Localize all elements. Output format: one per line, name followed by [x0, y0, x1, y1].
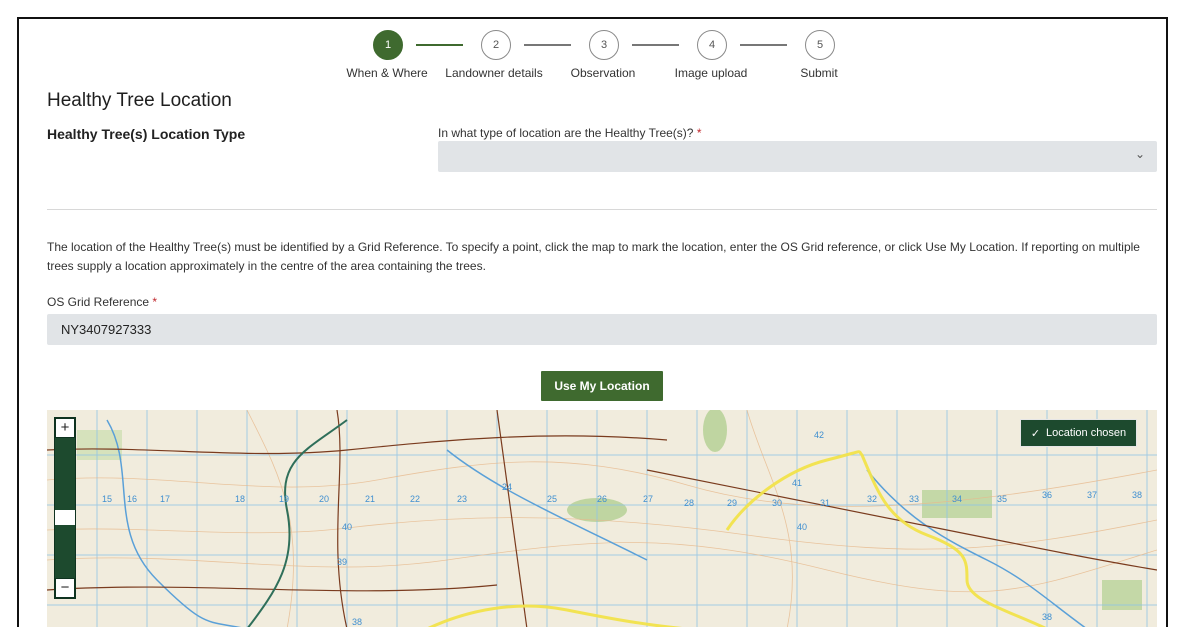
- step-connector: [416, 44, 463, 46]
- section-title: Healthy Tree Location: [47, 90, 232, 111]
- step-1-label: When & Where: [346, 66, 428, 80]
- page-frame: 1 2 3 4 5 When & Where Landowner details…: [17, 17, 1168, 627]
- grid-ref-input[interactable]: [47, 314, 1157, 345]
- svg-text:40: 40: [342, 522, 352, 532]
- svg-text:24: 24: [502, 482, 512, 492]
- svg-text:17: 17: [160, 494, 170, 504]
- step-connector: [740, 44, 787, 46]
- chevron-down-icon: ⌄: [1134, 147, 1145, 161]
- svg-text:19: 19: [279, 494, 289, 504]
- step-5-circle[interactable]: 5: [805, 30, 835, 60]
- svg-text:38: 38: [1132, 490, 1142, 500]
- step-2-circle[interactable]: 2: [481, 30, 511, 60]
- zoom-control: + −: [54, 417, 76, 599]
- svg-text:35: 35: [997, 494, 1007, 504]
- svg-text:38: 38: [1042, 612, 1052, 622]
- svg-text:18: 18: [235, 494, 245, 504]
- step-connector: [524, 44, 571, 46]
- location-chosen-text: Location chosen: [1046, 427, 1127, 439]
- step-2-label: Landowner details: [445, 66, 543, 80]
- os-map[interactable]: 15 16 17 18 19 20 21 22 23 24 25 26 27 28 29 30 31 3…: [47, 410, 1157, 627]
- svg-text:26: 26: [597, 494, 607, 504]
- section-divider: [47, 209, 1157, 210]
- grid-ref-label: OS Grid Reference *: [47, 295, 157, 309]
- svg-text:15: 15: [102, 494, 112, 504]
- svg-text:38: 38: [352, 617, 362, 627]
- svg-text:31: 31: [820, 498, 830, 508]
- svg-text:39: 39: [337, 557, 347, 567]
- svg-text:34: 34: [952, 494, 962, 504]
- svg-text:27: 27: [643, 494, 653, 504]
- location-type-question-text: In what type of location are the Healthy…: [438, 126, 694, 140]
- svg-text:40: 40: [797, 522, 807, 532]
- svg-text:16: 16: [127, 494, 137, 504]
- step-4-circle[interactable]: 4: [697, 30, 727, 60]
- step-1-circle[interactable]: 1: [373, 30, 403, 60]
- location-type-question: In what type of location are the Healthy…: [438, 126, 701, 140]
- svg-text:21: 21: [365, 494, 375, 504]
- required-marker: *: [696, 126, 702, 140]
- step-3-circle[interactable]: 3: [589, 30, 619, 60]
- map-tiles: 15 16 17 18 19 20 21 22 23 24 25 26 27 28 29 30 31 3…: [47, 410, 1157, 627]
- svg-text:33: 33: [909, 494, 919, 504]
- step-3-label: Observation: [570, 66, 636, 80]
- location-type-select[interactable]: ⌄: [438, 141, 1157, 172]
- svg-text:28: 28: [684, 498, 694, 508]
- step-4-label: Image upload: [674, 66, 748, 80]
- svg-text:41: 41: [792, 478, 802, 488]
- location-type-heading: Healthy Tree(s) Location Type: [47, 126, 246, 142]
- zoom-out-button[interactable]: −: [55, 578, 75, 598]
- zoom-in-button[interactable]: +: [55, 418, 75, 438]
- use-my-location-button[interactable]: Use My Location: [541, 371, 663, 401]
- svg-text:29: 29: [727, 498, 737, 508]
- zoom-slider-handle[interactable]: [55, 510, 75, 525]
- svg-text:36: 36: [1042, 490, 1052, 500]
- svg-text:23: 23: [457, 494, 467, 504]
- step-connector: [632, 44, 679, 46]
- svg-text:37: 37: [1087, 490, 1097, 500]
- svg-text:30: 30: [772, 498, 782, 508]
- required-marker: *: [152, 295, 158, 309]
- check-icon: ✓: [1030, 427, 1041, 440]
- grid-ref-label-text: OS Grid Reference: [47, 295, 150, 309]
- location-instructions: The location of the Healthy Tree(s) must…: [47, 240, 1140, 273]
- step-5-label: Submit: [800, 66, 838, 80]
- svg-text:20: 20: [319, 494, 329, 504]
- svg-text:22: 22: [410, 494, 420, 504]
- location-chosen-badge: ✓ Location chosen: [1020, 419, 1137, 447]
- progress-stepper: 1 2 3 4 5 When & Where Landowner details…: [19, 30, 1166, 90]
- svg-text:25: 25: [547, 494, 557, 504]
- svg-text:32: 32: [867, 494, 877, 504]
- svg-text:42: 42: [814, 430, 824, 440]
